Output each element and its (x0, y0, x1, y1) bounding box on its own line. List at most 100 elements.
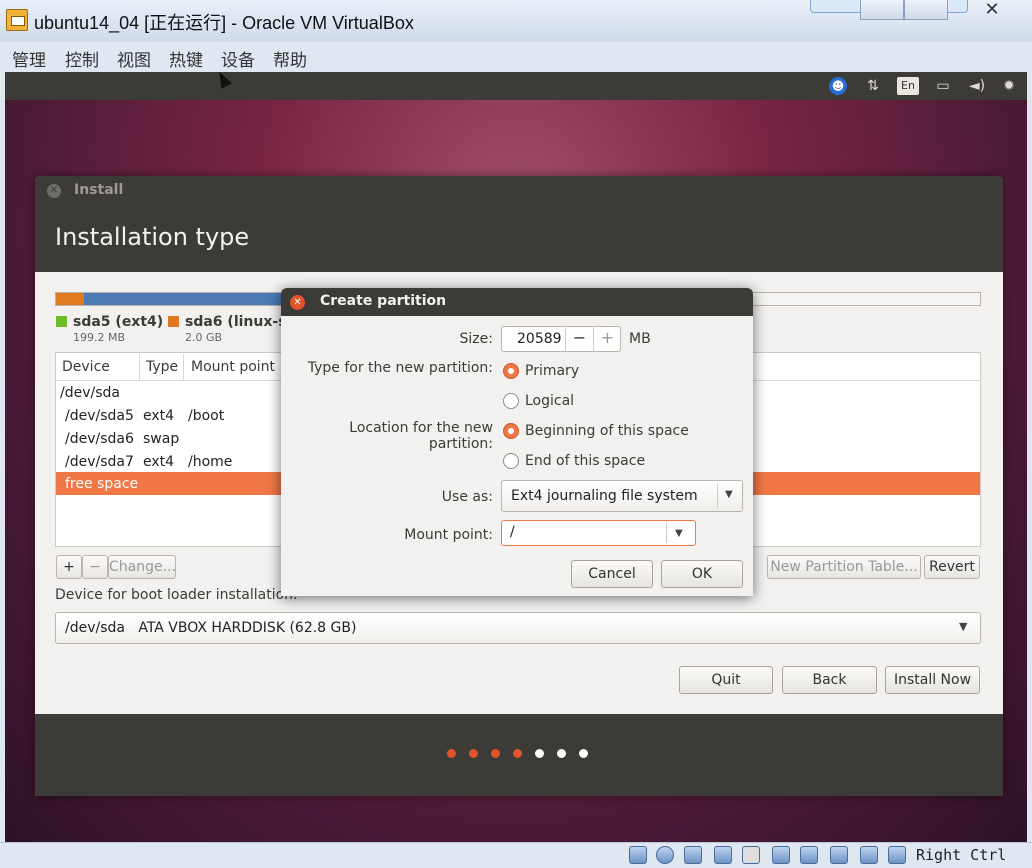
radio-primary-label[interactable]: Primary (525, 363, 579, 379)
installer-close-icon[interactable]: ✕ (47, 184, 61, 198)
legend-label-sda5: sda5 (ext4) (73, 314, 164, 330)
table-row-type: swap (143, 431, 180, 447)
size-label: Size: (459, 331, 493, 347)
table-row-device[interactable]: /dev/sda7 (65, 454, 134, 470)
hard-disk-icon[interactable] (629, 846, 647, 864)
window-title: ubuntu14_04 [正在运行] - Oracle VM VirtualBo… (34, 13, 414, 33)
radio-logical-label[interactable]: Logical (525, 393, 574, 409)
table-row-device[interactable]: /dev/sda6 (65, 431, 134, 447)
table-row-mount: /home (188, 454, 233, 470)
radio-end-label[interactable]: End of this space (525, 453, 645, 469)
legend-size-sda5: 199.2 MB (73, 331, 126, 344)
ok-button[interactable]: OK (661, 560, 743, 588)
mount-point-label: Mount point: (404, 527, 493, 543)
boot-loader-label: Device for boot loader installation: (55, 587, 298, 603)
create-partition-dialog: ✕ Create partition Size: 20589 − + MB Ty… (281, 288, 753, 596)
cancel-button[interactable]: Cancel (571, 560, 653, 588)
table-row-device[interactable]: /dev/sda5 (65, 408, 134, 424)
change-partition-button[interactable]: Change... (108, 555, 176, 579)
progress-dot (447, 749, 456, 758)
table-row-type: ext4 (143, 408, 175, 424)
partition-bar-segment-free (748, 293, 980, 305)
dialog-title: Create partition (320, 293, 447, 309)
maximize-button[interactable] (904, 0, 948, 20)
remove-partition-button[interactable]: − (82, 555, 108, 579)
video-capture-icon[interactable] (830, 846, 848, 864)
column-header-mount-point[interactable]: Mount point (191, 359, 275, 375)
radio-logical[interactable] (503, 393, 519, 409)
menu-item-view[interactable]: 视图 (117, 46, 151, 71)
size-value[interactable]: 20589 (517, 331, 562, 347)
radio-primary[interactable] (503, 363, 519, 379)
shared-folders-icon[interactable] (742, 846, 760, 864)
mouse-integration-icon[interactable] (888, 846, 906, 864)
column-header-type[interactable]: Type (146, 359, 178, 375)
network-icon[interactable]: ⇅ (863, 77, 883, 95)
display-icon[interactable] (772, 846, 790, 864)
close-window-button[interactable]: ✕ (968, 0, 1016, 20)
partition-bar-segment-sda5 (56, 293, 84, 305)
column-header-device[interactable]: Device (62, 359, 110, 375)
menu-item-control[interactable]: 控制 (65, 46, 99, 71)
size-decrement-button[interactable]: − (565, 326, 593, 352)
page-title: Installation type (55, 223, 250, 251)
legend-size-sda6: 2.0 GB (185, 331, 223, 344)
add-partition-button[interactable]: + (56, 555, 82, 579)
keyboard-language-indicator[interactable]: En (897, 77, 919, 95)
virtualization-icon[interactable] (860, 846, 878, 864)
menubar (0, 42, 1032, 72)
partition-location-label: Location for the new partition: (349, 420, 493, 452)
chevron-down-icon[interactable]: ▼ (959, 620, 967, 633)
close-icon[interactable]: ✕ (290, 295, 305, 310)
minimize-button[interactable] (860, 0, 904, 20)
menu-item-hotkeys[interactable]: 热键 (169, 46, 203, 71)
table-row-device-free-space[interactable]: free space (65, 476, 138, 492)
table-row-device[interactable]: /dev/sda (60, 385, 120, 401)
legend-swatch-sda6 (168, 316, 179, 327)
install-now-button[interactable]: Install Now (885, 666, 980, 694)
progress-dot (491, 749, 500, 758)
settings-gear-icon[interactable]: ✹ (999, 77, 1019, 95)
progress-dot (469, 749, 478, 758)
menu-item-devices[interactable]: 设备 (221, 46, 255, 71)
host-key-indicator: Right Ctrl (916, 846, 1007, 864)
chevron-down-icon[interactable]: ▼ (675, 528, 683, 539)
network-adapter-icon[interactable] (800, 846, 818, 864)
usb-icon[interactable] (714, 846, 732, 864)
accessibility-icon[interactable]: ☻ (829, 77, 847, 95)
mount-divider (666, 523, 667, 543)
column-separator (183, 354, 184, 380)
size-increment-button[interactable]: + (593, 326, 621, 352)
volume-icon[interactable]: ◄) (967, 77, 987, 95)
size-unit: MB (629, 331, 651, 347)
legend-swatch-sda5 (56, 316, 67, 327)
audio-icon[interactable] (684, 846, 702, 864)
guest-screen[interactable]: ☻ ⇅ En ▭ ◄) ✹ ✕ Install Installation typ… (5, 72, 1027, 842)
radio-beginning[interactable] (503, 423, 519, 439)
table-row-type: ext4 (143, 454, 175, 470)
mount-point-value[interactable]: / (510, 524, 515, 540)
revert-button[interactable]: Revert (924, 555, 980, 579)
chevron-down-icon[interactable]: ▼ (725, 489, 733, 500)
column-separator (139, 354, 140, 380)
back-button[interactable]: Back (782, 666, 877, 694)
progress-dot (535, 749, 544, 758)
boot-loader-device-value: /dev/sda ATA VBOX HARDDISK (62.8 GB) (65, 620, 357, 636)
new-partition-table-button[interactable]: New Partition Table... (767, 555, 921, 579)
battery-icon[interactable]: ▭ (933, 77, 953, 95)
menu-item-manage[interactable]: 管理 (12, 46, 46, 71)
table-row-mount: /boot (188, 408, 225, 424)
progress-dot (579, 749, 588, 758)
menu-item-help[interactable]: 帮助 (273, 46, 307, 71)
quit-button[interactable]: Quit (679, 666, 773, 694)
radio-end[interactable] (503, 453, 519, 469)
radio-beginning-label[interactable]: Beginning of this space (525, 423, 689, 439)
partition-type-label: Type for the new partition: (307, 360, 493, 376)
virtualbox-app-icon (6, 9, 28, 31)
installer-window-title: Install (74, 182, 124, 198)
use-as-value: Ext4 journaling file system (511, 488, 698, 504)
progress-dot (557, 749, 566, 758)
combo-divider (717, 484, 718, 508)
optical-drive-icon[interactable] (656, 846, 674, 864)
progress-dot (513, 749, 522, 758)
